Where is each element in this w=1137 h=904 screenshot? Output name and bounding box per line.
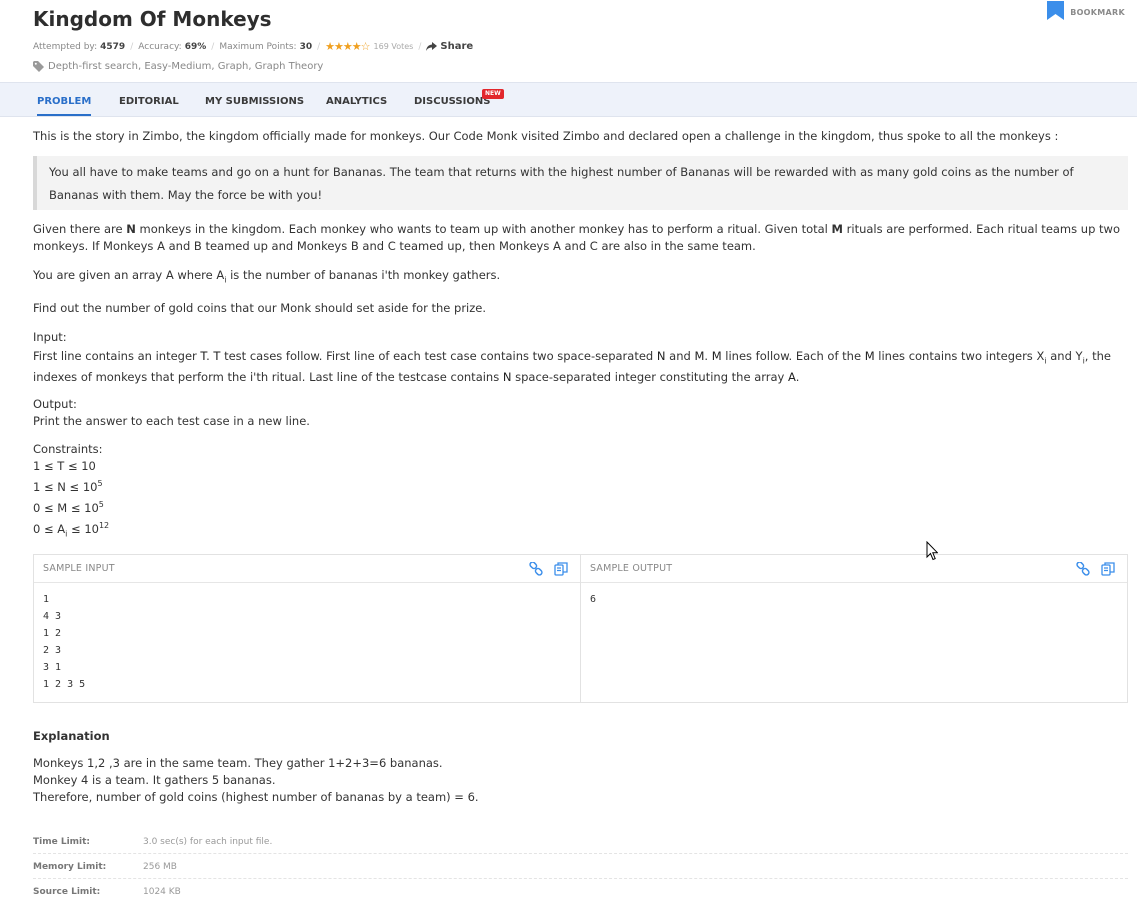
meta-separator: / (211, 41, 215, 52)
sample-output-header: SAMPLE OUTPUT (581, 555, 1127, 583)
bookmark-icon (1047, 1, 1065, 20)
attempted-value: 4579 (100, 41, 126, 52)
sample-input-panel: SAMPLE INPUT 1 4 3 1 2 2 3 3 1 1 2 3 5 (34, 555, 581, 702)
explanation-line: Therefore, number of gold coins (highest… (33, 790, 479, 804)
new-badge: NEW (482, 89, 504, 99)
problem-tabs: PROBLEM EDITORIAL MY SUBMISSIONS ANALYTI… (0, 82, 1137, 117)
tags-text[interactable]: Depth-first search, Easy-Medium, Graph, … (48, 61, 323, 72)
sample-output-text[interactable]: 6 (581, 583, 1127, 608)
limit-label: Memory Limit: (33, 862, 107, 872)
sample-output-panel: SAMPLE OUTPUT 6 (581, 555, 1127, 702)
tab-analytics[interactable]: ANALYTICS (326, 83, 387, 116)
sample-input-header: SAMPLE INPUT (34, 555, 580, 583)
link-icon[interactable] (1076, 562, 1090, 576)
constraints-label: Constraints: (33, 442, 103, 456)
problem-header: Kingdom Of Monkeys BOOKMARK Attempted by… (0, 0, 1137, 82)
problem-find: Find out the number of gold coins that o… (33, 301, 487, 315)
sample-output-title: SAMPLE OUTPUT (590, 563, 673, 574)
bookmark-button[interactable]: BOOKMARK (1047, 1, 1125, 20)
constraint-a: 0 ≤ Ai ≤ 1012 (33, 521, 110, 539)
limit-value: 1024 KB (143, 887, 181, 897)
star-filled-icon: ★ (325, 40, 335, 53)
constraint-m: 0 ≤ M ≤ 105 (33, 500, 104, 515)
problem-given: Given there are N monkeys in the kingdom… (33, 222, 1120, 253)
limit-label: Source Limit: (33, 887, 101, 897)
sample-io: SAMPLE INPUT 1 4 3 1 2 2 3 3 1 1 2 3 5 S… (33, 554, 1128, 703)
share-button[interactable]: Share (426, 41, 473, 52)
problem-array: You are given an array A where Ai is the… (33, 268, 501, 285)
time-limit-row: Time Limit: 3.0 sec(s) for each input fi… (33, 829, 1128, 854)
star-filled-icon: ★ (334, 40, 344, 53)
explanation-line: Monkeys 1,2 ,3 are in the same team. The… (33, 756, 443, 770)
limit-label: Time Limit: (33, 837, 91, 847)
problem-meta: Attempted by: 4579 / Accuracy: 69% / Max… (33, 40, 473, 53)
mouse-cursor-icon (926, 541, 938, 561)
accuracy-value: 69% (184, 41, 207, 52)
star-filled-icon: ★ (342, 40, 353, 53)
share-icon (426, 42, 438, 51)
sample-input-title: SAMPLE INPUT (43, 563, 115, 574)
tab-editorial[interactable]: EDITORIAL (119, 83, 179, 116)
explanation-line: Monkey 4 is a team. It gathers 5 bananas… (33, 773, 276, 787)
output-label: Output: (33, 397, 77, 411)
tab-discussions[interactable]: DISCUSSIONS (414, 83, 490, 116)
meta-separator: / (418, 41, 422, 52)
share-label: Share (440, 41, 474, 52)
output-description: Print the answer to each test case in a … (33, 414, 310, 428)
tag-icon (33, 61, 44, 72)
votes-count: 169 Votes (373, 42, 414, 51)
input-label: Input: (33, 330, 67, 344)
problem-tags: Depth-first search, Easy-Medium, Graph, … (33, 61, 323, 72)
constraint-n: 1 ≤ N ≤ 105 (33, 479, 103, 494)
tab-my-submissions[interactable]: MY SUBMISSIONS (205, 83, 304, 116)
problem-intro: This is the story in Zimbo, the kingdom … (33, 129, 1059, 143)
tab-problem[interactable]: PROBLEM (37, 83, 92, 116)
attempted-label: Attempted by: (33, 41, 98, 52)
star-filled-icon: ★ (351, 40, 362, 53)
copy-icon[interactable] (1101, 562, 1115, 576)
limit-value: 3.0 sec(s) for each input file. (143, 837, 273, 847)
input-description: First line contains an integer T. T test… (33, 349, 1111, 384)
page-title: Kingdom Of Monkeys (33, 7, 272, 31)
constraint-t: 1 ≤ T ≤ 10 (33, 459, 96, 473)
link-icon[interactable] (529, 562, 543, 576)
problem-quote: You all have to make teams and go on a h… (33, 156, 1128, 210)
star-empty-icon: ☆ (360, 40, 371, 53)
meta-separator: / (130, 41, 134, 52)
copy-icon[interactable] (554, 562, 568, 576)
sample-input-text[interactable]: 1 4 3 1 2 2 3 3 1 1 2 3 5 (34, 583, 580, 693)
memory-limit-row: Memory Limit: 256 MB (33, 854, 1128, 879)
accuracy-label: Accuracy: (138, 41, 182, 52)
explanation-title: Explanation (33, 729, 110, 743)
max-points-value: 30 (299, 41, 313, 52)
limit-value: 256 MB (143, 862, 177, 872)
rating-stars[interactable]: ★★★★☆ (325, 40, 371, 53)
max-points-label: Maximum Points: (219, 41, 297, 52)
source-limit-row: Source Limit: 1024 KB (33, 879, 1128, 904)
meta-separator: / (317, 41, 321, 52)
bookmark-label: BOOKMARK (1070, 8, 1125, 17)
